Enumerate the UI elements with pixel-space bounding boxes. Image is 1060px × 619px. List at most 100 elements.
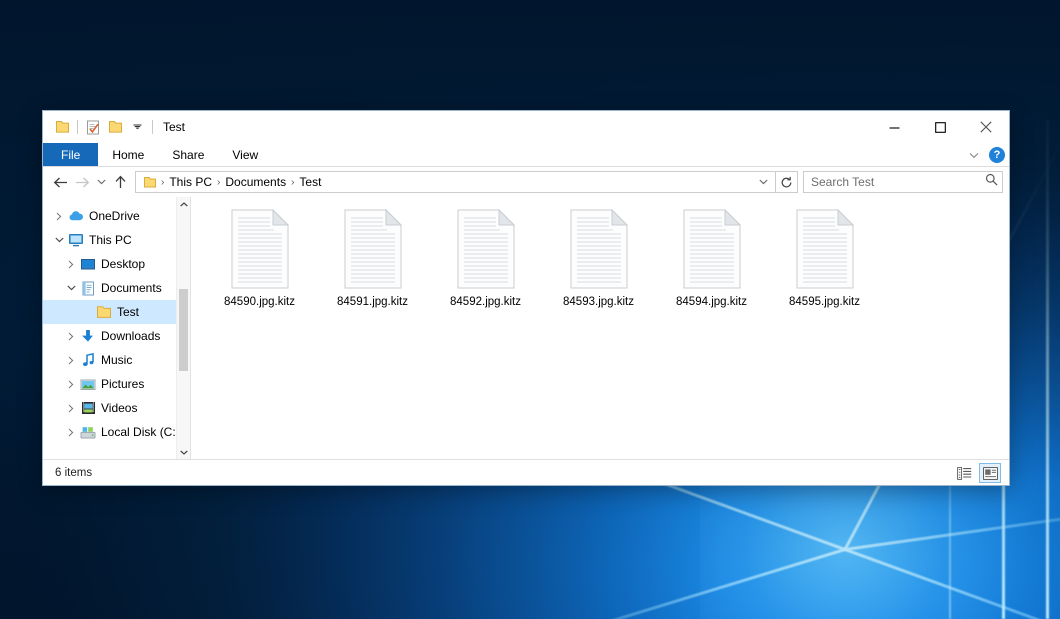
sidebar-item-desktop[interactable]: Desktop <box>43 252 190 276</box>
chevron-right-icon[interactable] <box>63 404 79 413</box>
chevron-right-icon[interactable] <box>63 260 79 269</box>
file-item[interactable]: 84594.jpg.kitz <box>655 205 768 333</box>
quick-access-toolbar: Test <box>43 116 185 138</box>
sidebar-item-documents[interactable]: Documents <box>43 276 190 300</box>
scroll-up-button[interactable] <box>177 197 190 211</box>
chevron-right-icon[interactable] <box>63 356 79 365</box>
navigation-pane: OneDrive This PC <box>43 197 191 459</box>
sidebar-item-onedrive[interactable]: OneDrive <box>43 204 190 228</box>
sidebar-item-music[interactable]: Music <box>43 348 190 372</box>
close-button[interactable] <box>963 111 1009 143</box>
sidebar-item-label: OneDrive <box>89 209 140 223</box>
drive-icon <box>79 426 97 439</box>
breadcrumb-item-this-pc[interactable]: This PC <box>165 175 216 189</box>
window-title: Test <box>163 120 185 134</box>
chevron-down-icon[interactable] <box>63 285 79 291</box>
large-icons-view-button[interactable] <box>979 463 1001 483</box>
tab-file[interactable]: File <box>43 143 98 166</box>
file-item[interactable]: 84593.jpg.kitz <box>542 205 655 333</box>
sidebar-item-label: This PC <box>89 233 132 247</box>
view-mode-buttons <box>953 460 1001 486</box>
title-bar: Test <box>43 111 1009 143</box>
chevron-down-icon[interactable] <box>126 116 148 138</box>
sidebar-item-test[interactable]: Test <box>43 300 190 324</box>
tab-view[interactable]: View <box>218 143 272 166</box>
folder-icon <box>95 305 113 319</box>
minimize-button[interactable] <box>871 111 917 143</box>
forward-button <box>71 170 93 194</box>
sidebar-item-pictures[interactable]: Pictures <box>43 372 190 396</box>
chevron-down-icon[interactable] <box>51 237 67 243</box>
sidebar-item-downloads[interactable]: Downloads <box>43 324 190 348</box>
file-item[interactable]: 84592.jpg.kitz <box>429 205 542 333</box>
tab-share[interactable]: Share <box>158 143 218 166</box>
address-dropdown-icon[interactable] <box>753 171 773 193</box>
generic-document-icon <box>567 209 631 289</box>
sidebar-item-local-disk-c[interactable]: Local Disk (C:) <box>43 420 190 444</box>
item-count-label: 6 items <box>55 467 92 479</box>
up-button[interactable] <box>109 170 131 194</box>
file-name: 84594.jpg.kitz <box>676 296 747 308</box>
sidebar-item-label: Documents <box>101 281 162 295</box>
sidebar-item-label: Downloads <box>101 329 160 343</box>
breadcrumb: › This PC › Documents › Test <box>160 175 753 189</box>
breadcrumb-item-documents[interactable]: Documents <box>221 175 290 189</box>
chevron-right-icon[interactable] <box>63 380 79 389</box>
file-grid: 84590.jpg.kitz <box>203 205 1009 333</box>
file-name: 84591.jpg.kitz <box>337 296 408 308</box>
history-dropdown-icon[interactable] <box>93 170 109 194</box>
properties-icon[interactable] <box>82 116 104 138</box>
desktop-background: Test File Home Share View <box>0 0 1060 619</box>
file-explorer-window: Test File Home Share View <box>42 110 1010 486</box>
chevron-right-icon[interactable] <box>63 428 79 437</box>
address-input[interactable]: › This PC › Documents › Test <box>135 171 776 193</box>
search-placeholder: Search Test <box>811 175 985 189</box>
window-controls <box>871 111 1009 143</box>
ribbon-tab-strip: File Home Share View ? <box>43 143 1009 167</box>
tab-home[interactable]: Home <box>98 143 158 166</box>
music-icon <box>79 353 97 367</box>
file-item[interactable]: 84595.jpg.kitz <box>768 205 881 333</box>
back-button[interactable] <box>49 170 71 194</box>
chevron-right-icon[interactable] <box>63 332 79 341</box>
monitor-icon <box>67 233 85 247</box>
chevron-down-icon[interactable] <box>965 146 983 164</box>
search-input[interactable]: Search Test <box>803 171 1003 193</box>
sidebar-scrollbar[interactable] <box>176 197 190 459</box>
cloud-icon <box>67 210 85 222</box>
generic-document-icon <box>454 209 518 289</box>
desktop-icon <box>79 258 97 271</box>
sidebar-item-label: Videos <box>101 401 137 415</box>
sidebar-item-label: Test <box>117 305 139 319</box>
maximize-button[interactable] <box>917 111 963 143</box>
sidebar-item-label: Local Disk (C:) <box>101 425 180 439</box>
search-icon[interactable] <box>985 173 998 191</box>
details-view-button[interactable] <box>953 463 975 483</box>
sidebar-item-this-pc[interactable]: This PC <box>43 228 190 252</box>
generic-document-icon <box>341 209 405 289</box>
new-folder-icon[interactable] <box>104 116 126 138</box>
file-name: 84590.jpg.kitz <box>224 296 295 308</box>
download-icon <box>79 329 97 343</box>
file-item[interactable]: 84590.jpg.kitz <box>203 205 316 333</box>
folder-tree: OneDrive This PC <box>43 197 190 444</box>
address-folder-icon <box>140 176 160 189</box>
file-name: 84593.jpg.kitz <box>563 296 634 308</box>
chevron-right-icon[interactable] <box>51 212 67 221</box>
generic-document-icon <box>793 209 857 289</box>
refresh-button[interactable] <box>776 171 798 193</box>
sidebar-item-label: Desktop <box>101 257 145 271</box>
sidebar-item-videos[interactable]: Videos <box>43 396 190 420</box>
pictures-icon <box>79 378 97 391</box>
status-bar: 6 items <box>43 459 1009 485</box>
file-list-view[interactable]: 84590.jpg.kitz <box>191 197 1009 459</box>
generic-document-icon <box>228 209 292 289</box>
help-button[interactable]: ? <box>989 147 1005 163</box>
breadcrumb-item-test[interactable]: Test <box>295 175 325 189</box>
file-item[interactable]: 84591.jpg.kitz <box>316 205 429 333</box>
folder-icon[interactable] <box>51 116 73 138</box>
scroll-down-button[interactable] <box>177 445 190 459</box>
videos-icon <box>79 401 97 415</box>
generic-document-icon <box>680 209 744 289</box>
scrollbar-thumb[interactable] <box>179 289 188 371</box>
